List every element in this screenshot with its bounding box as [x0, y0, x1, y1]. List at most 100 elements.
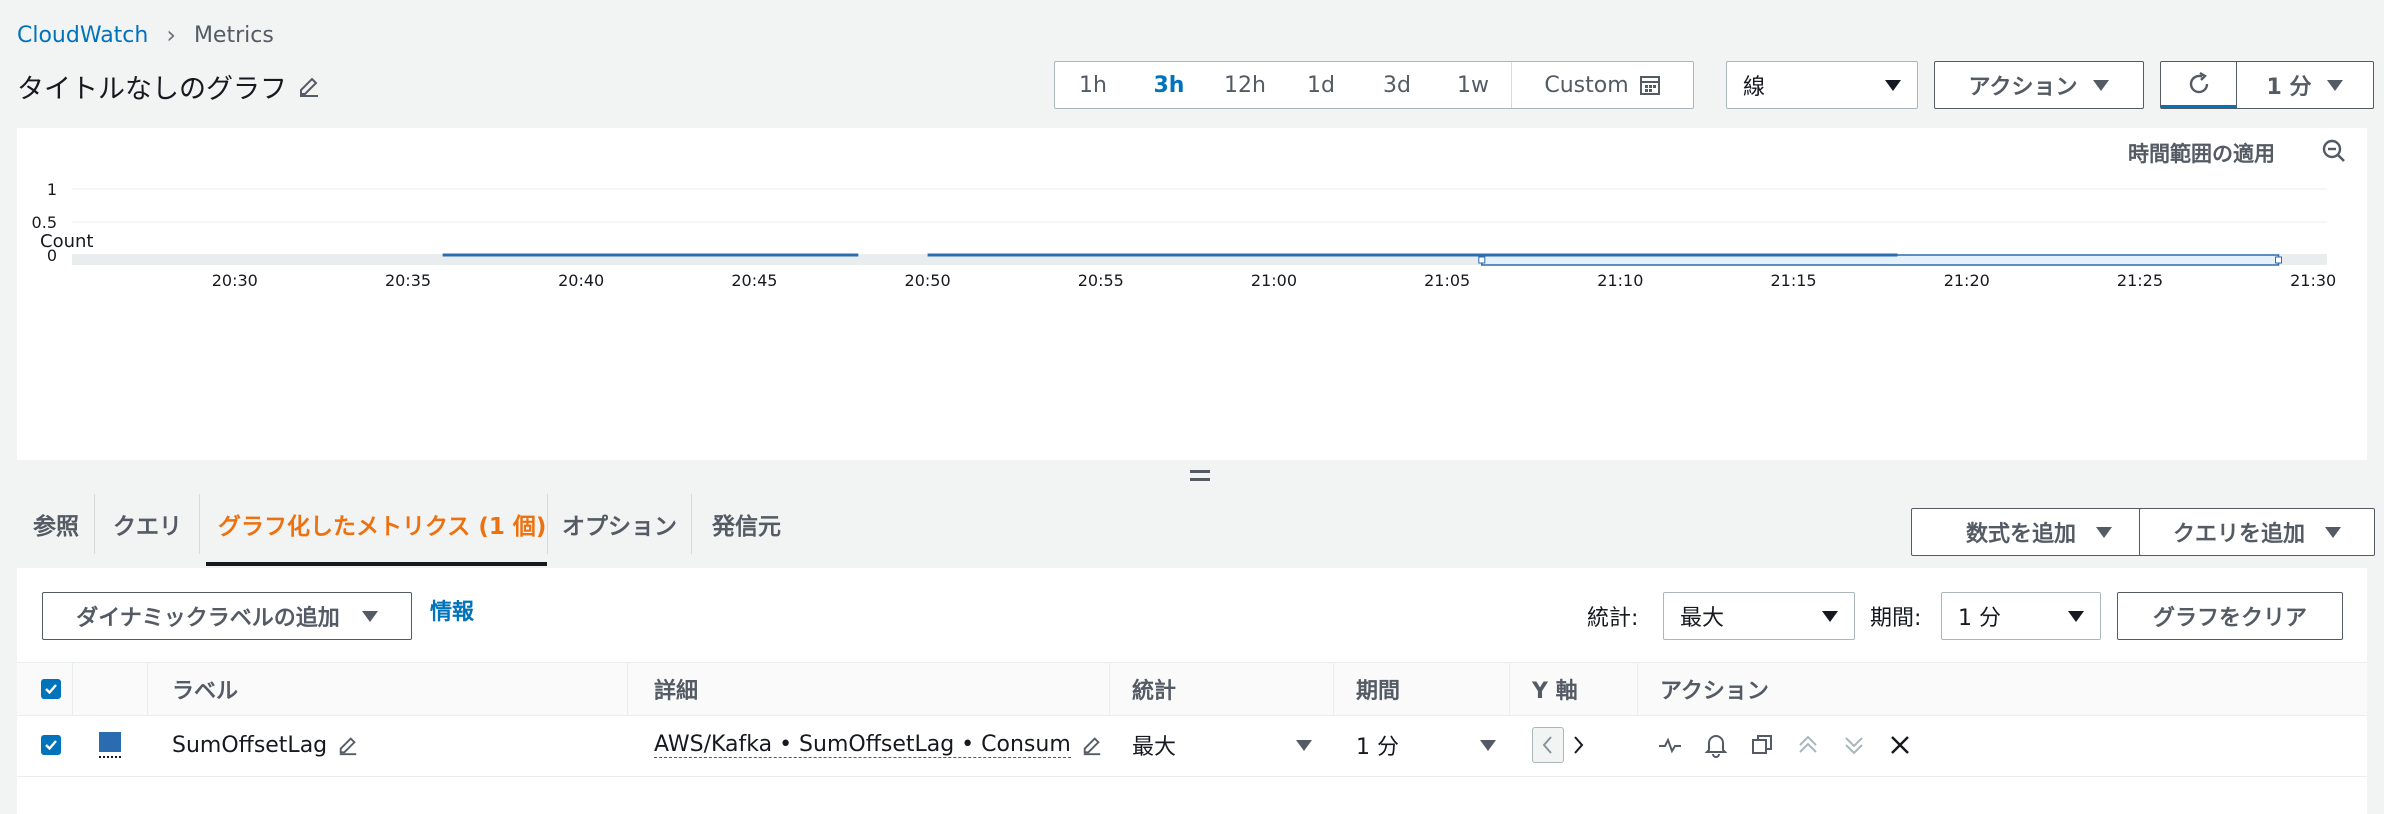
- duplicate-icon[interactable]: [1749, 732, 1775, 758]
- x-tick-label: 21:00: [1251, 271, 1297, 290]
- time-range-3h[interactable]: 3h: [1131, 62, 1207, 108]
- period-select[interactable]: 1 分: [1941, 592, 2101, 640]
- column-header-details[interactable]: 詳細: [654, 663, 698, 715]
- time-range-selector: 1h 3h 12h 1d 3d 1w Custom: [1054, 61, 1694, 109]
- add-math-dropdown-icon: [2096, 526, 2112, 538]
- tab-browse[interactable]: 参照: [33, 482, 79, 566]
- column-divider: [1333, 663, 1334, 715]
- time-range-custom[interactable]: Custom: [1511, 62, 1693, 108]
- x-tick-label: 20:40: [558, 271, 604, 290]
- y-tick-label: 0: [47, 246, 57, 265]
- time-range-12h[interactable]: 12h: [1207, 62, 1283, 108]
- x-tick-label: 21:25: [2117, 271, 2163, 290]
- edit-label-pencil-icon[interactable]: [337, 734, 359, 756]
- refresh-interval-dropdown[interactable]: 1 分: [2237, 62, 2373, 108]
- tab-options[interactable]: オプション: [562, 482, 677, 566]
- refresh-interval-dropdown-icon: [2327, 79, 2344, 91]
- refresh-interval-value: 1 分: [2266, 75, 2312, 100]
- tab-graphed-metrics[interactable]: グラフ化したメトリクス (1 個): [218, 482, 546, 566]
- time-range-1h[interactable]: 1h: [1055, 62, 1131, 108]
- breadcrumb-current: Metrics: [193, 22, 274, 48]
- column-header-period[interactable]: 期間: [1356, 663, 1400, 715]
- add-dynamic-label-text: ダイナミックラベルの追加: [76, 606, 340, 631]
- column-header-actions: アクション: [1660, 679, 1769, 704]
- brush-handle-left: [1478, 256, 1486, 264]
- actions-dropdown-icon: [2093, 79, 2110, 91]
- remove-icon[interactable]: [1887, 732, 1913, 758]
- anomaly-detection-icon[interactable]: [1657, 732, 1683, 758]
- column-divider: [1109, 663, 1110, 715]
- column-divider: [1509, 663, 1510, 715]
- actions-button-label: アクション: [1968, 75, 2078, 100]
- info-link[interactable]: 情報: [430, 594, 474, 626]
- clear-graph-button[interactable]: グラフをクリア: [2117, 592, 2343, 640]
- column-divider: [1637, 663, 1638, 715]
- breadcrumb-chevron-icon: ›: [166, 21, 176, 49]
- active-tab-indicator: [206, 562, 547, 566]
- column-header-y-axis[interactable]: Y 軸: [1532, 663, 1578, 715]
- y-axis-left-icon[interactable]: [1532, 727, 1564, 763]
- add-dynamic-label-button[interactable]: ダイナミックラベルの追加: [42, 592, 412, 640]
- chart-type-dropdown-icon: [1885, 79, 1901, 91]
- row-divider: [17, 776, 2367, 777]
- add-query-button[interactable]: クエリを追加: [2139, 508, 2375, 556]
- breadcrumb-cloudwatch-link[interactable]: CloudWatch: [17, 23, 148, 48]
- column-header-stat[interactable]: 統計: [1132, 663, 1176, 715]
- column-divider: [627, 663, 628, 715]
- line-chart[interactable]: Count10.5020:30 20:35 20:40 20:45 20:50 20:55…: [17, 128, 2367, 460]
- row-stat-select[interactable]: 最大: [1132, 714, 1312, 776]
- row-stat-value: 最大: [1132, 735, 1177, 760]
- y-tick-label: 1: [47, 180, 57, 199]
- row-actions: [1657, 714, 1913, 776]
- metrics-table-header: ラベル 詳細 統計 期間 Y 軸 アクション: [17, 662, 2367, 716]
- time-range-custom-label: Custom: [1544, 72, 1629, 98]
- time-range-1d[interactable]: 1d: [1283, 62, 1359, 108]
- edit-details-pencil-icon[interactable]: [1081, 734, 1103, 756]
- chart-panel: 時間範囲の適用 Count 1 0.5 0 20:30 20:35 20:40 20:45 20…: [17, 128, 2367, 460]
- series-color-swatch[interactable]: [99, 714, 121, 776]
- tab-divider: [547, 494, 548, 554]
- tab-query[interactable]: クエリ: [113, 482, 182, 566]
- x-tick-label: 20:30: [212, 271, 258, 290]
- y-axis-right-icon[interactable]: [1570, 735, 1586, 755]
- move-up-icon[interactable]: [1795, 732, 1821, 758]
- column-header-label[interactable]: ラベル: [172, 663, 238, 715]
- tab-source[interactable]: 発信元: [712, 482, 781, 566]
- row-details[interactable]: AWS/Kafka • SumOffsetLag • Consumer Grou…: [654, 732, 1071, 758]
- stat-select-value: 最大: [1680, 606, 1725, 631]
- x-tick-label: 21:15: [1771, 271, 1817, 290]
- x-tick-label: 21:05: [1424, 271, 1470, 290]
- stat-select[interactable]: 最大: [1663, 592, 1855, 640]
- column-divider: [72, 663, 73, 715]
- x-tick-label: 20:35: [385, 271, 431, 290]
- x-tick-label: 21:20: [1944, 271, 1990, 290]
- actions-button[interactable]: アクション: [1934, 61, 2144, 109]
- x-tick-label: 21:30: [2290, 271, 2336, 290]
- tab-divider: [691, 494, 692, 554]
- row-period-select[interactable]: 1 分: [1356, 714, 1496, 776]
- breadcrumb: CloudWatch › Metrics: [17, 20, 274, 50]
- add-query-dropdown-icon: [2325, 526, 2341, 538]
- row-period-value: 1 分: [1356, 735, 1399, 760]
- refresh-split-button: 1 分: [2160, 61, 2374, 109]
- time-range-1w[interactable]: 1w: [1435, 62, 1511, 108]
- select-all-checkbox[interactable]: [41, 663, 61, 715]
- refresh-button[interactable]: [2161, 62, 2237, 108]
- tab-bar: 参照 クエリ グラフ化したメトリクス (1 個) オプション 発信元: [17, 482, 817, 566]
- chart-type-value: 線: [1743, 75, 1766, 100]
- add-math-button[interactable]: 数式を追加: [1911, 508, 2167, 556]
- row-label[interactable]: SumOffsetLag: [172, 733, 327, 758]
- row-checkbox[interactable]: [41, 714, 61, 776]
- time-range-3d[interactable]: 3d: [1359, 62, 1435, 108]
- chart-type-select[interactable]: 線: [1726, 61, 1918, 109]
- move-down-icon[interactable]: [1841, 732, 1867, 758]
- x-tick-label: 20:50: [905, 271, 951, 290]
- graph-title-area: タイトルなしのグラフ: [17, 66, 321, 106]
- bell-alarm-icon[interactable]: [1703, 732, 1729, 758]
- stat-dropdown-icon: [1822, 610, 1838, 622]
- row-period-dropdown-icon: [1480, 739, 1496, 751]
- edit-title-pencil-icon[interactable]: [297, 74, 321, 98]
- graph-title[interactable]: タイトルなしのグラフ: [17, 67, 287, 106]
- panel-resize-handle[interactable]: [1190, 470, 1210, 481]
- add-math-label: 数式を追加: [1965, 522, 2076, 547]
